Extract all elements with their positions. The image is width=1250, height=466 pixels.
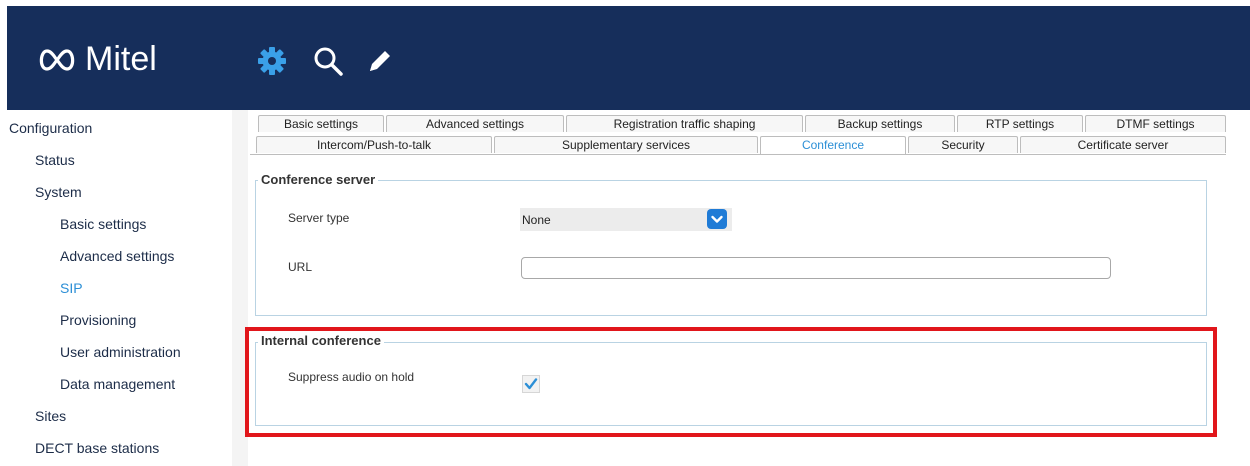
conference-server-legend: Conference server — [258, 172, 379, 187]
pencil-icon[interactable] — [367, 48, 393, 79]
brand-name: Mitel — [85, 40, 157, 78]
mitel-logo: Mitel — [37, 40, 157, 79]
highlight-box — [245, 327, 1217, 437]
url-input[interactable] — [521, 257, 1111, 279]
sidebar-item-dect-base-stations[interactable]: DECT base stations — [35, 440, 159, 456]
tab-conference[interactable]: Conference — [760, 136, 906, 155]
tab-certificate-server[interactable]: Certificate server — [1020, 136, 1226, 153]
sidebar-item-sites[interactable]: Sites — [35, 408, 66, 424]
search-icon[interactable] — [313, 46, 343, 81]
tab-dtmf-settings[interactable]: DTMF settings — [1085, 115, 1226, 132]
server-type-value: None — [522, 213, 551, 227]
gear-icon[interactable] — [257, 46, 287, 81]
tab-registration-traffic-shaping[interactable]: Registration traffic shaping — [566, 115, 803, 132]
conference-server-group — [255, 180, 1207, 316]
sidebar-item-status[interactable]: Status — [35, 152, 75, 168]
tab-supplementary-services[interactable]: Supplementary services — [494, 136, 758, 153]
sidebar-item-basic-settings[interactable]: Basic settings — [60, 216, 146, 232]
tab-security[interactable]: Security — [908, 136, 1018, 153]
top-header: Mitel — [7, 6, 1250, 110]
sidebar-item-user-administration[interactable]: User administration — [60, 344, 181, 360]
sidebar-item-advanced-settings[interactable]: Advanced settings — [60, 248, 174, 264]
sidebar-item-data-management[interactable]: Data management — [60, 376, 175, 392]
tab-advanced-settings[interactable]: Advanced settings — [386, 115, 564, 132]
sidebar-item-provisioning[interactable]: Provisioning — [60, 312, 136, 328]
tab-basic-settings[interactable]: Basic settings — [258, 115, 384, 132]
sidebar-item-system[interactable]: System — [35, 184, 82, 200]
tab-intercom-push-to-talk[interactable]: Intercom/Push-to-talk — [256, 136, 492, 153]
sidebar-item-sip[interactable]: SIP — [60, 280, 83, 296]
server-type-label: Server type — [288, 211, 350, 225]
tab-bar-baseline — [250, 154, 1226, 155]
server-type-select[interactable]: None — [520, 208, 732, 231]
sidebar-item-configuration[interactable]: Configuration — [9, 120, 92, 136]
url-label: URL — [288, 260, 313, 274]
tab-rtp-settings[interactable]: RTP settings — [957, 115, 1083, 132]
chevron-down-icon[interactable] — [707, 209, 727, 229]
mitel-logo-icon — [39, 48, 75, 71]
sidebar: Configuration Status System Basic settin… — [0, 110, 248, 466]
tab-backup-settings[interactable]: Backup settings — [805, 115, 955, 132]
